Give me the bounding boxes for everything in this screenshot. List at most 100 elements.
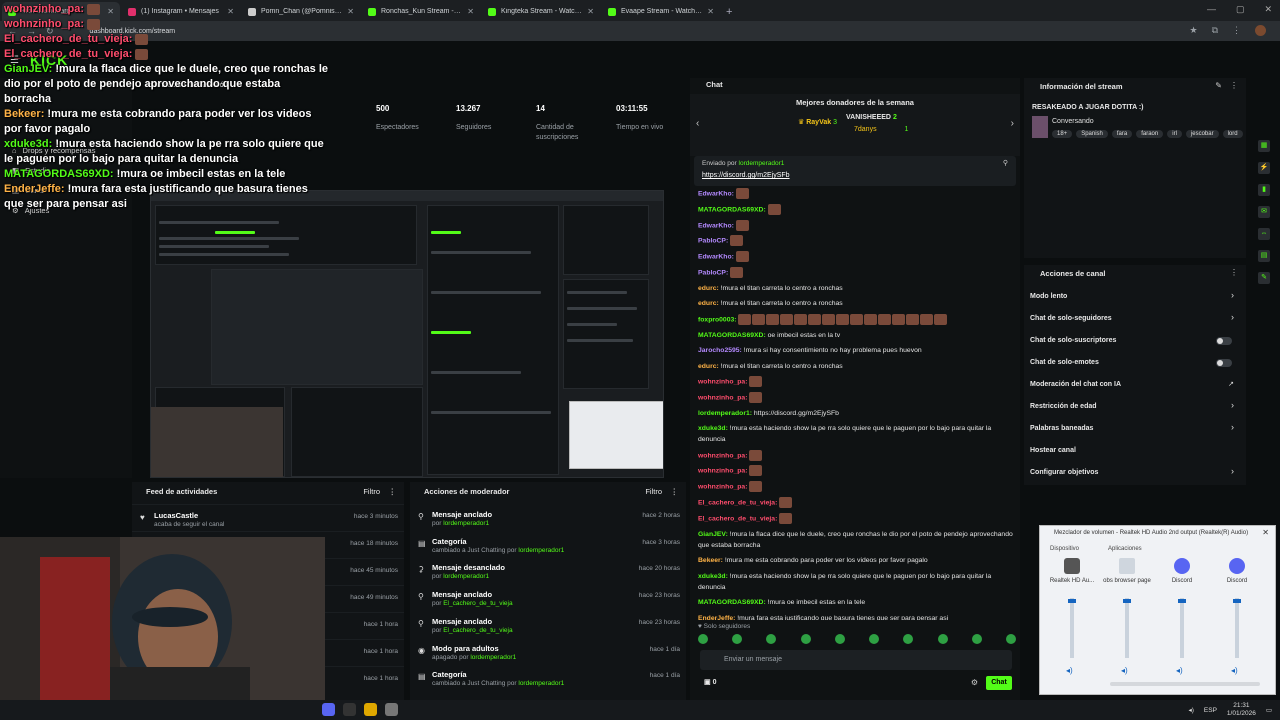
external-link-icon[interactable]: ↗ bbox=[1228, 380, 1234, 388]
toggle-switch[interactable] bbox=[1216, 337, 1232, 345]
moderator-actions-filter-button[interactable]: Filtro bbox=[645, 487, 662, 496]
activity-feed-filter-button[interactable]: Filtro bbox=[363, 487, 380, 496]
chat-username[interactable]: edurc: bbox=[698, 300, 719, 307]
chat-username[interactable]: El_cachero_de_tu_vieja: bbox=[698, 515, 777, 522]
channel-action-item[interactable]: Modo lento bbox=[1030, 293, 1067, 300]
obs-app-icon[interactable] bbox=[343, 703, 356, 716]
toolbar-icon[interactable]: ⚡ bbox=[1258, 162, 1270, 174]
extension-icon[interactable]: ⧉ bbox=[1212, 25, 1218, 36]
chat-username[interactable]: Bekeer: bbox=[698, 557, 723, 564]
file-explorer-icon[interactable] bbox=[364, 703, 377, 716]
toolbar-icon[interactable]: ⇔ bbox=[1258, 228, 1270, 240]
mute-speaker-icon[interactable]: ◂) bbox=[1231, 666, 1238, 675]
chat-username[interactable]: Jarocho2595: bbox=[698, 347, 742, 354]
channel-action-item[interactable]: Restricción de edad bbox=[1030, 403, 1097, 410]
chat-username[interactable]: EdwarKho: bbox=[698, 253, 734, 260]
volume-slider[interactable] bbox=[1070, 598, 1074, 658]
chat-username[interactable]: wohnzinho_pa: bbox=[698, 378, 747, 385]
chat-username[interactable]: wohnzinho_pa: bbox=[698, 394, 747, 401]
emote-button[interactable] bbox=[971, 634, 982, 644]
emote-button[interactable] bbox=[732, 634, 743, 644]
chat-messages-list[interactable]: EdwarKho: MATAGORDAS69XD: EdwarKho: Pabl… bbox=[698, 188, 1016, 620]
mod-action-user[interactable]: lordemperador1 bbox=[518, 680, 564, 687]
chevron-left-icon[interactable]: ‹ bbox=[696, 118, 699, 129]
channel-action-item[interactable]: Palabras baneadas bbox=[1030, 425, 1093, 432]
chat-username[interactable]: lordemperador1: bbox=[698, 410, 752, 417]
more-options-icon[interactable]: ⋮ bbox=[1230, 268, 1238, 277]
volume-slider[interactable] bbox=[1235, 598, 1239, 658]
edit-icon[interactable]: ✎ bbox=[1215, 81, 1222, 90]
channel-action-item[interactable]: Hostear canal bbox=[1030, 447, 1076, 454]
chat-username[interactable]: edurc: bbox=[698, 363, 719, 370]
volume-slider-thumb[interactable] bbox=[1178, 599, 1186, 603]
chevron-right-icon[interactable]: › bbox=[1231, 466, 1234, 476]
stream-tag[interactable]: irl bbox=[1167, 130, 1182, 138]
mute-speaker-icon[interactable]: ◂) bbox=[1121, 666, 1128, 675]
pinned-message[interactable]: Enviado por lordemperador1 https://disco… bbox=[694, 156, 1016, 186]
toolbar-icon[interactable]: ▮ bbox=[1258, 184, 1270, 196]
channel-action-item[interactable]: Configurar objetivos bbox=[1030, 469, 1098, 476]
mute-speaker-icon[interactable]: ◂) bbox=[1066, 666, 1073, 675]
channel-action-item[interactable]: Chat de solo-seguidores bbox=[1030, 315, 1112, 322]
emote-button[interactable] bbox=[869, 634, 880, 644]
chat-username[interactable]: EnderJeffe: bbox=[698, 615, 735, 620]
chat-username[interactable]: PabloCP: bbox=[698, 269, 728, 276]
tab-close-icon[interactable]: ✕ bbox=[707, 7, 714, 16]
volume-slider-thumb[interactable] bbox=[1123, 599, 1131, 603]
stream-tag[interactable]: faraon bbox=[1136, 130, 1164, 138]
mod-action-user[interactable]: lordemperador1 bbox=[518, 547, 564, 554]
more-options-icon[interactable]: ⋮ bbox=[389, 487, 397, 496]
emote-button[interactable] bbox=[766, 634, 777, 644]
toolbar-icon[interactable]: ▤ bbox=[1258, 250, 1270, 262]
chat-username[interactable]: EdwarKho: bbox=[698, 190, 734, 197]
send-chat-button[interactable]: Chat bbox=[986, 676, 1012, 690]
speaker-icon[interactable]: ◂) bbox=[1188, 706, 1193, 714]
emote-button[interactable] bbox=[937, 634, 948, 644]
mixer-scrollbar[interactable] bbox=[1110, 682, 1260, 686]
chevron-right-icon[interactable]: › bbox=[1231, 400, 1234, 410]
emote-button[interactable] bbox=[800, 634, 811, 644]
chat-username[interactable]: xduke3d: bbox=[698, 425, 728, 432]
chat-username[interactable]: wohnzinho_pa: bbox=[698, 484, 747, 491]
chat-username[interactable]: MATAGORDAS69XD: bbox=[698, 599, 766, 606]
clock[interactable]: 21:31 1/01/2026 bbox=[1227, 702, 1256, 718]
channel-action-item[interactable]: Moderación del chat con IA bbox=[1030, 381, 1121, 388]
chat-input[interactable]: Enviar un mensaje bbox=[700, 650, 1012, 670]
mute-speaker-icon[interactable]: ◂) bbox=[1176, 666, 1183, 675]
volume-slider[interactable] bbox=[1180, 598, 1184, 658]
stream-tag[interactable]: Spanish bbox=[1076, 130, 1108, 138]
chat-username[interactable]: GianJEV: bbox=[698, 531, 728, 538]
browser-tab[interactable]: Kingteka Stream - Watch L ✕ bbox=[482, 2, 600, 21]
tab-close-icon[interactable]: ✕ bbox=[587, 7, 594, 16]
emote-button[interactable] bbox=[903, 634, 914, 644]
new-tab-button[interactable]: + bbox=[726, 6, 732, 18]
volume-slider[interactable] bbox=[1125, 598, 1129, 658]
chat-username[interactable]: wohnzinho_pa: bbox=[698, 452, 747, 459]
chat-username[interactable]: MATAGORDAS69XD: bbox=[698, 206, 766, 213]
chat-username[interactable]: wohnzinho_pa: bbox=[698, 468, 747, 475]
chat-username[interactable]: EdwarKho: bbox=[698, 222, 734, 229]
toolbar-icon[interactable]: ▦ bbox=[1258, 140, 1270, 152]
bookmark-star-icon[interactable]: ★ bbox=[1189, 25, 1197, 36]
maximize-icon[interactable]: ▢ bbox=[1236, 4, 1245, 15]
mod-action-user[interactable]: lordemperador1 bbox=[443, 520, 489, 527]
gear-icon[interactable]: ⚙ bbox=[971, 678, 978, 687]
channel-action-item[interactable]: Chat de solo-suscriptores bbox=[1030, 337, 1116, 344]
pinned-link[interactable]: https://discord.gg/m2EjySFb bbox=[702, 172, 790, 179]
toolbar-icon[interactable]: ✎ bbox=[1258, 272, 1270, 284]
emote-button[interactable] bbox=[834, 634, 845, 644]
more-options-icon[interactable]: ⋮ bbox=[671, 487, 679, 496]
discord-app-icon[interactable] bbox=[322, 703, 335, 716]
stream-tag[interactable]: lord bbox=[1222, 130, 1243, 138]
volume-slider-thumb[interactable] bbox=[1233, 599, 1241, 603]
chat-username[interactable]: edurc: bbox=[698, 285, 719, 292]
emote-button[interactable] bbox=[698, 634, 708, 644]
stream-category[interactable]: Conversando bbox=[1052, 118, 1094, 125]
emote-button[interactable] bbox=[1005, 634, 1016, 644]
mod-action-user[interactable]: El_cachero_de_tu_vieja bbox=[443, 627, 512, 634]
notification-icon[interactable]: ▭ bbox=[1266, 706, 1272, 714]
chat-username[interactable]: MATAGORDAS69XD: bbox=[698, 332, 766, 339]
browser-app-icon[interactable] bbox=[385, 703, 398, 716]
menu-icon[interactable]: ⋮ bbox=[1232, 25, 1241, 36]
browser-tab[interactable]: Ronchas_Kun Stream - Watch L ✕ bbox=[362, 2, 480, 21]
